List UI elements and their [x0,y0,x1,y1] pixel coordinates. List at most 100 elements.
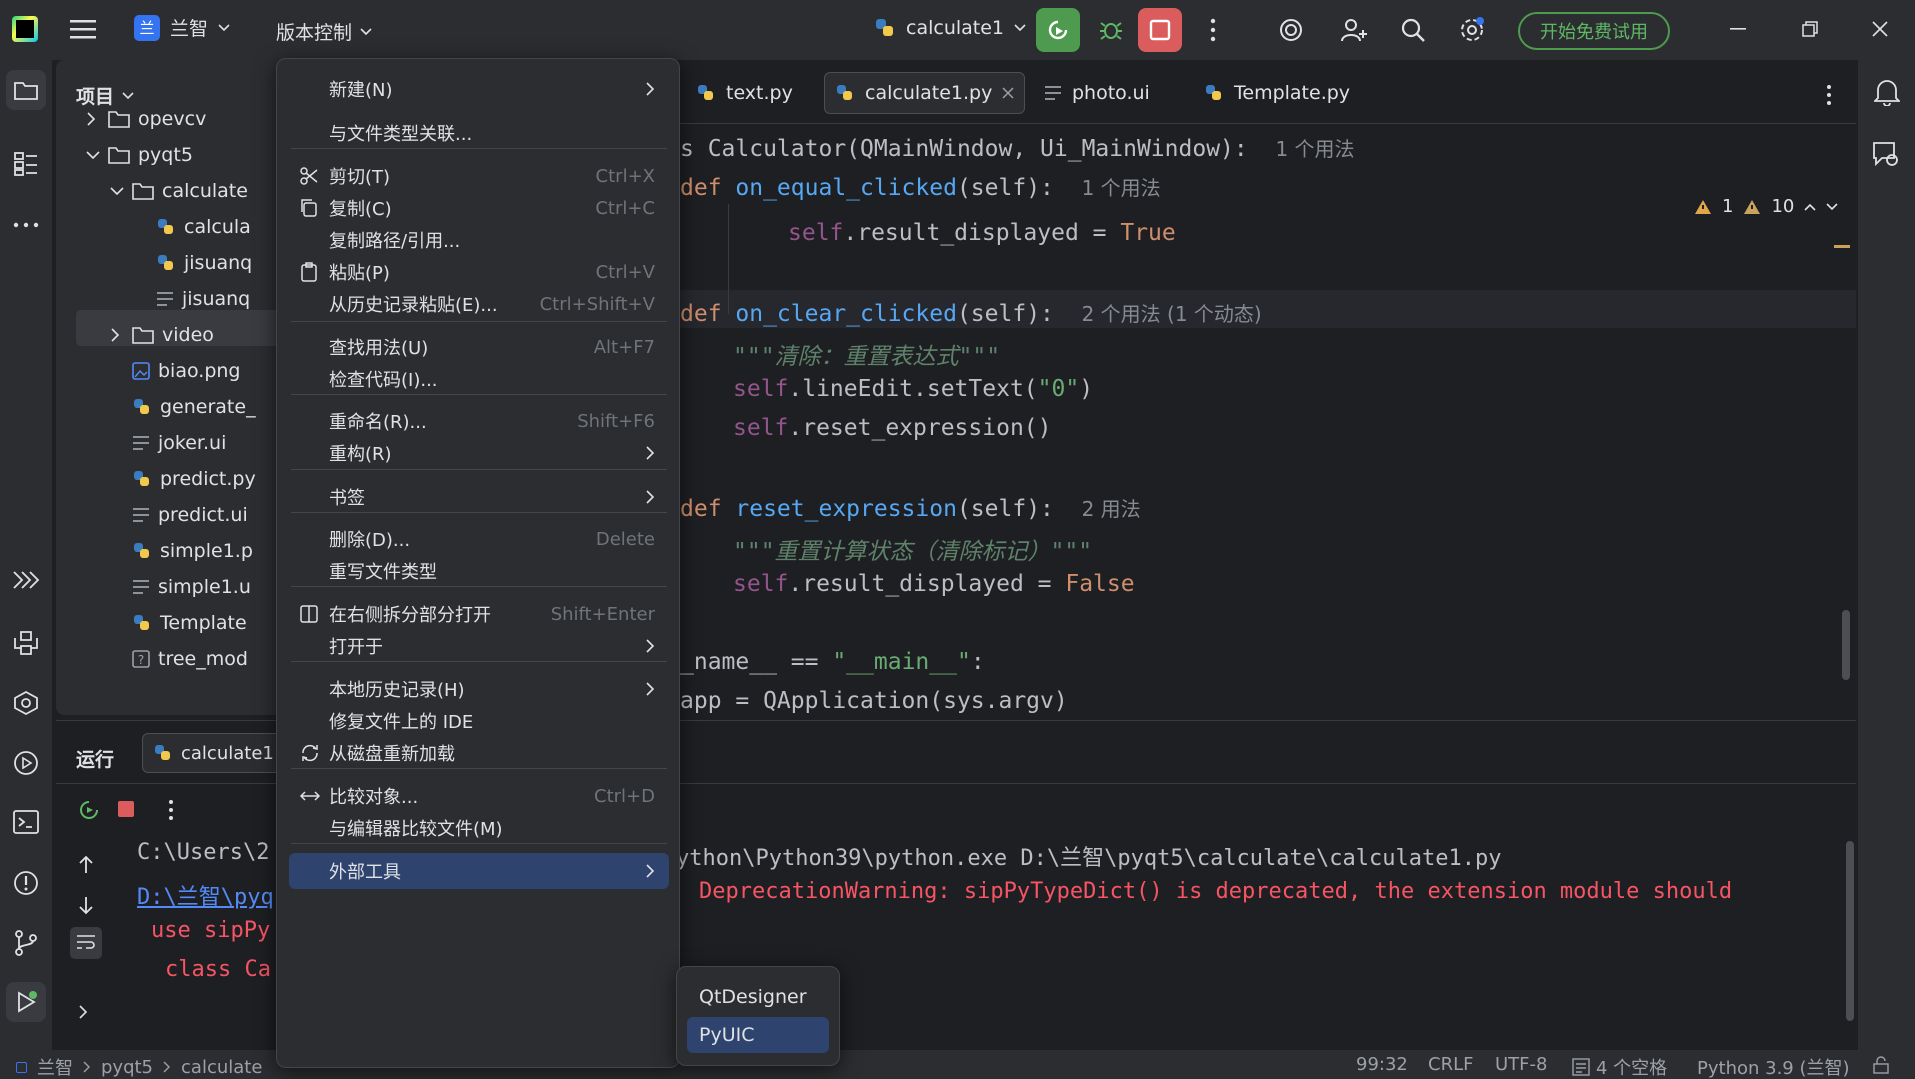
submenu-item-qtdesigner[interactable]: QtDesigner [687,979,829,1015]
chevron-down-icon[interactable] [86,150,108,160]
output-file-link[interactable]: D:\兰智\pyq [137,879,274,911]
menu-item[interactable]: 新建(N) [289,71,669,107]
editor-scrollbar[interactable] [1842,610,1850,680]
close-tab-icon[interactable] [1002,87,1014,99]
code-line-4[interactable]: def on_clear_clicked(self): 2 个用法 (1 个动态… [680,298,1262,327]
menu-item[interactable]: 从历史记录粘贴(E)... Ctrl+Shift+V [289,286,669,322]
structure-icon[interactable] [14,152,38,176]
python-packages-icon[interactable] [13,630,39,656]
trial-button[interactable]: 开始免费试用 [1518,12,1670,50]
run-tool-button[interactable] [6,982,46,1022]
code-line-10[interactable]: self.result_displayed = False [733,571,1135,597]
read-only-lock-icon[interactable] [1872,1056,1890,1074]
git-icon[interactable] [14,930,38,956]
menu-item[interactable]: 修复文件上的 IDE [289,703,669,739]
inspection-widget[interactable]: 1 10 [1694,196,1838,217]
menu-item[interactable]: 检查代码(I)... [289,361,669,397]
menu-item[interactable]: 与编辑器比较文件(M) [289,810,669,846]
code-line-12[interactable]: app = QApplication(sys.argv) [680,688,1068,714]
code-line-2[interactable]: def on_equal_clicked(self): 1 个用法 [680,172,1161,201]
arrow-up-icon[interactable] [78,855,94,875]
debug-button[interactable] [1098,16,1124,42]
expand-panels-icon[interactable] [12,570,40,590]
menu-item[interactable]: 复制路径/引用... [289,222,669,258]
chevron-down-icon[interactable] [110,186,132,196]
menu-item[interactable]: 从磁盘重新加载 [289,735,669,771]
menu-item[interactable]: 重构(R) [289,435,669,471]
file-encoding[interactable]: UTF-8 [1495,1054,1547,1075]
indent-setting[interactable]: 4 个空格 [1572,1054,1667,1079]
menu-item[interactable]: 在右侧拆分部分打开 Shift+Enter [289,596,669,632]
menu-item[interactable]: 本地历史记录(H) [289,671,669,707]
output-scrollbar[interactable] [1846,841,1854,1021]
services-icon[interactable] [13,690,39,716]
menu-item[interactable]: 查找用法(U) Alt+F7 [289,329,669,365]
code-line-11[interactable]: _name__ == "__main__": [680,649,985,675]
more-actions-icon[interactable] [168,799,174,821]
menu-item[interactable]: 删除(D)... Delete [289,521,669,557]
more-actions-icon[interactable] [1210,18,1216,42]
menu-item[interactable]: 与文件类型关联... [289,115,669,151]
submenu-item-pyuic[interactable]: PyUIC [687,1017,829,1053]
chevron-right-icon[interactable] [78,1005,88,1019]
project-tool-button[interactable] [6,70,46,110]
tab-calculate1-py[interactable]: calculate1.py [824,72,1026,114]
chevron-right-icon[interactable] [86,112,108,126]
tab-label: Template.py [1234,82,1351,104]
menu-item[interactable]: 粘贴(P) Ctrl+V [289,254,669,290]
code-line-8[interactable]: def reset_expression(self): 2 用法 [680,493,1141,522]
code-line-1[interactable]: s Calculator(QMainWindow, Ui_MainWindow)… [680,133,1355,162]
tab-more-icon[interactable] [1826,84,1832,106]
search-icon[interactable] [1400,17,1426,43]
rerun-button[interactable] [1036,8,1080,52]
code-line-3[interactable]: self.result_displayed = True [788,220,1176,246]
project-switcher[interactable]: 兰 兰智 [134,14,230,41]
stop-button[interactable] [1138,8,1182,52]
code-line-6[interactable]: self.lineEdit.setText("0") [733,376,1093,402]
chevron-down-icon[interactable] [1826,202,1838,211]
settings-gear-icon[interactable] [1458,16,1486,44]
terminal-icon[interactable] [13,810,39,834]
line-separator[interactable]: CRLF [1428,1054,1473,1075]
code-line-5[interactable]: """清除：重置表达式""" [733,337,1000,371]
chevron-up-icon[interactable] [1804,203,1816,211]
main-menu-icon[interactable] [70,18,96,40]
soft-wrap-button[interactable] [70,927,102,959]
run-services-icon[interactable] [13,750,39,776]
menu-item[interactable]: 剪切(T) Ctrl+X [289,158,669,194]
python-file-icon [835,83,855,103]
menu-item[interactable]: 打开于 [289,628,669,664]
more-tools-icon[interactable] [13,222,39,228]
python-interpreter[interactable]: Python 3.9 (兰智) [1697,1054,1850,1079]
ai-chat-icon[interactable] [1872,140,1900,168]
chevron-right-icon[interactable] [110,328,132,342]
menu-item[interactable]: 重命名(R)... Shift+F6 [289,403,669,439]
code-line-7[interactable]: self.reset_expression() [733,415,1052,441]
add-user-icon[interactable] [1340,16,1368,44]
run-tab[interactable]: calculate1 [142,733,292,773]
menu-item[interactable]: 比较对象... Ctrl+D [289,778,669,814]
tab-photo-ui[interactable]: photo.ui [1034,72,1160,114]
breadcrumb-item[interactable]: calculate [181,1057,262,1078]
restore-icon[interactable] [1802,21,1818,37]
ai-assistant-icon[interactable] [1278,17,1304,43]
minimize-icon[interactable] [1730,28,1746,30]
code-line-9[interactable]: """重置计算状态（清除标记）""" [733,532,1092,566]
rerun-icon[interactable] [78,799,100,821]
arrow-down-icon[interactable] [78,895,94,915]
tab-text-py[interactable]: text.py [686,72,803,114]
run-config-selector[interactable]: calculate1 [874,17,1026,39]
menu-item[interactable]: 书签 [289,479,669,515]
menu-item[interactable]: 外部工具 [289,853,669,889]
menu-item[interactable]: 重写文件类型 [289,553,669,589]
vcs-menu[interactable]: 版本控制 [276,18,372,45]
breadcrumb-item[interactable]: 兰智 [37,1054,73,1079]
tab-template-py[interactable]: Template.py [1194,72,1360,114]
menu-item[interactable]: 复制(C) Ctrl+C [289,190,669,226]
breadcrumb-item[interactable]: pyqt5 [101,1057,153,1078]
stop-icon[interactable] [118,801,134,817]
notifications-bell-icon[interactable] [1874,78,1900,106]
close-window-icon[interactable] [1872,21,1888,37]
caret-position[interactable]: 99:32 [1356,1054,1408,1075]
problems-icon[interactable] [13,870,39,896]
